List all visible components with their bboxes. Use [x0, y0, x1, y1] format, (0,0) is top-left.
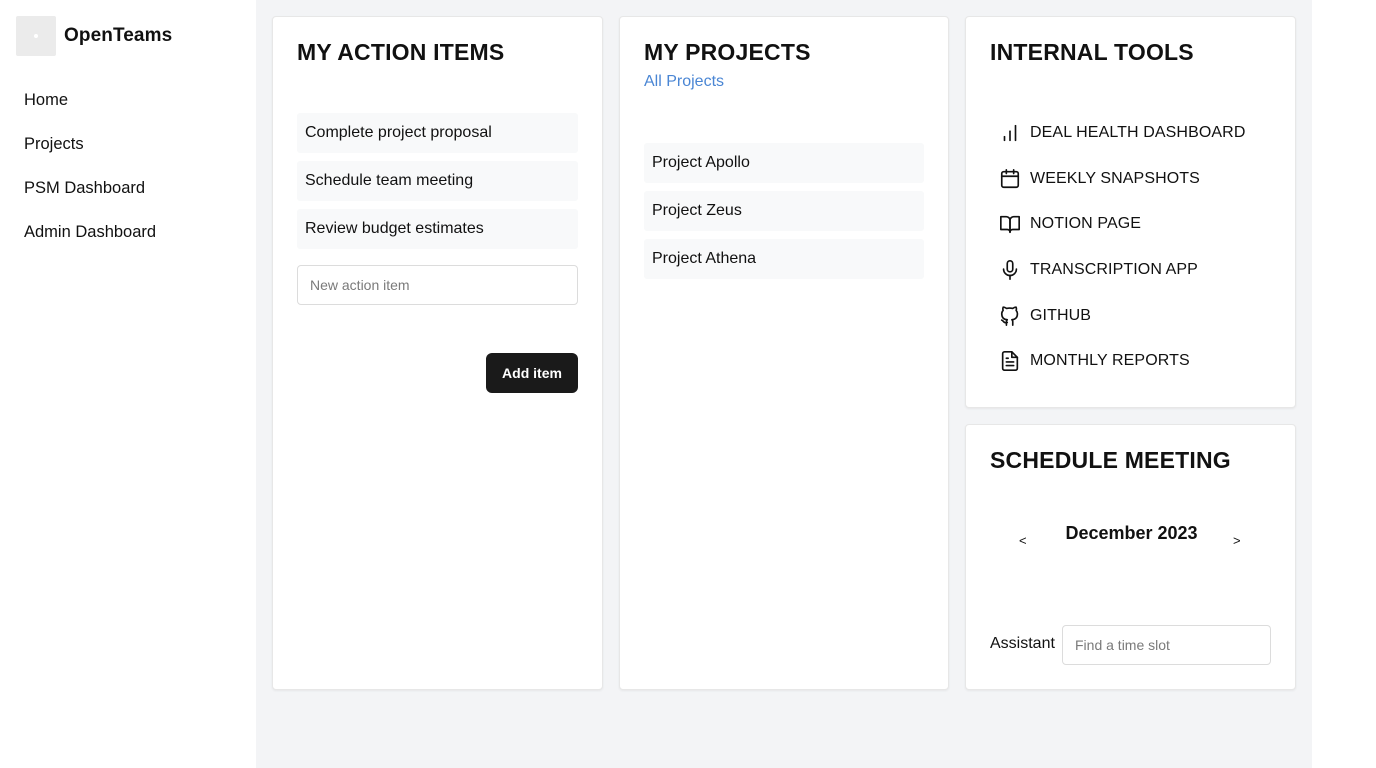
microphone-icon — [998, 258, 1022, 282]
internal-tools-card: INTERNAL TOOLS DEAL HEALTH DASHBOARD WEE… — [965, 16, 1296, 408]
schedule-meeting-card: SCHEDULE MEETING December 2023 < > Assis… — [965, 424, 1296, 690]
projects-card: MY PROJECTS All Projects Project Apollo … — [619, 16, 949, 690]
action-items-card: MY ACTION ITEMS Complete project proposa… — [272, 16, 603, 690]
tool-monthly-reports[interactable]: MONTHLY REPORTS — [998, 349, 1245, 373]
bar-chart-icon — [998, 121, 1022, 145]
projects-title: MY PROJECTS — [644, 39, 811, 65]
new-action-item-input[interactable] — [297, 265, 578, 305]
action-items-title: MY ACTION ITEMS — [297, 39, 505, 65]
tool-label: MONTHLY REPORTS — [1030, 352, 1190, 370]
book-open-icon — [998, 212, 1022, 236]
logo — [16, 16, 56, 56]
tool-weekly-snapshots[interactable]: WEEKLY SNAPSHOTS — [998, 167, 1245, 191]
assistant-input[interactable] — [1062, 625, 1271, 665]
sidebar-item-admin-dashboard[interactable]: Admin Dashboard — [24, 220, 156, 264]
brand[interactable]: OpenTeams — [16, 16, 172, 56]
tool-label: TRANSCRIPTION APP — [1030, 261, 1198, 279]
tool-label: DEAL HEALTH DASHBOARD — [1030, 124, 1246, 141]
tool-label: GITHUB — [1030, 306, 1092, 324]
action-item[interactable]: Schedule team meeting — [297, 161, 578, 201]
tool-notion-page[interactable]: NOTION PAGE — [998, 212, 1245, 236]
tool-label: NOTION PAGE — [1030, 215, 1142, 233]
calendar-prev-button[interactable]: < — [1019, 533, 1027, 548]
calendar-next-button[interactable]: > — [1233, 533, 1241, 548]
project-item-apollo[interactable]: Project Apollo — [644, 143, 924, 183]
tool-deal-health-dashboard[interactable]: DEAL HEALTH DASHBOARD — [998, 121, 1245, 145]
github-icon — [998, 304, 1022, 328]
action-item[interactable]: Review budget estimates — [297, 209, 578, 249]
brand-name: OpenTeams — [64, 25, 173, 46]
tools-list: DEAL HEALTH DASHBOARD WEEKLY SNAPSHOTS N… — [998, 121, 1245, 395]
sidebar-item-psm-dashboard[interactable]: PSM Dashboard — [24, 176, 156, 220]
internal-tools-title: INTERNAL TOOLS — [990, 39, 1194, 65]
calendar-icon — [998, 167, 1022, 191]
action-item[interactable]: Complete project proposal — [297, 113, 578, 153]
tool-label: WEEKLY SNAPSHOTS — [1030, 169, 1200, 187]
calendar-month: December 2023 — [1065, 523, 1198, 543]
sidebar-nav: Home Projects PSM Dashboard Admin Dashbo… — [24, 88, 156, 264]
add-item-button[interactable]: Add item — [486, 353, 578, 393]
project-item-zeus[interactable]: Project Zeus — [644, 191, 924, 231]
assistant-label: Assistant — [990, 635, 1055, 652]
sidebar-item-home[interactable]: Home — [24, 88, 156, 132]
sidebar-item-projects[interactable]: Projects — [24, 132, 156, 176]
sidebar: OpenTeams Home Projects PSM Dashboard Ad… — [0, 0, 256, 768]
tool-transcription-app[interactable]: TRANSCRIPTION APP — [998, 258, 1245, 282]
tool-github[interactable]: GITHUB — [998, 304, 1245, 328]
schedule-meeting-title: SCHEDULE MEETING — [990, 447, 1231, 473]
right-margin — [1312, 0, 1376, 768]
all-projects-link[interactable]: All Projects — [644, 73, 724, 91]
file-text-icon — [998, 349, 1022, 373]
project-item-athena[interactable]: Project Athena — [644, 239, 924, 279]
